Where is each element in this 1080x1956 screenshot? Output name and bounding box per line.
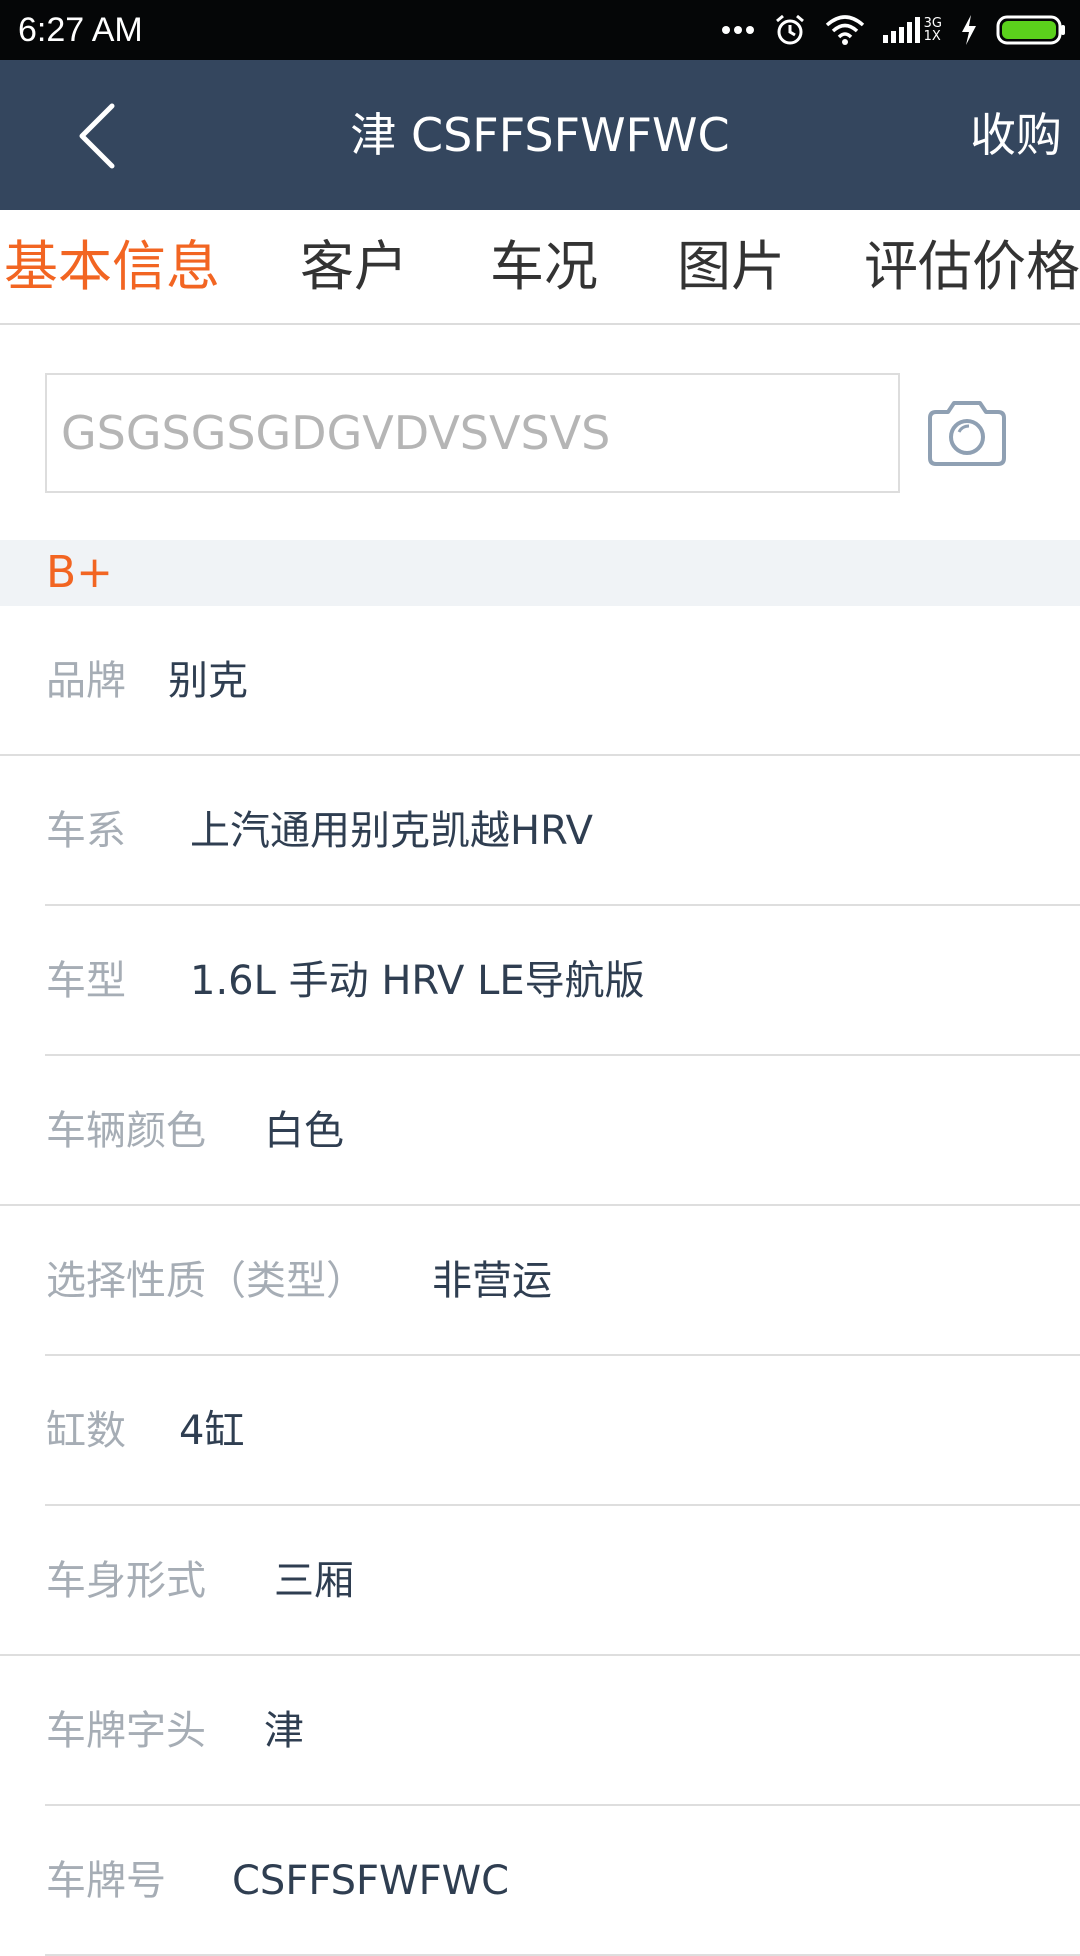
more-dots-icon (721, 25, 755, 35)
wifi-icon (825, 15, 865, 45)
field-value: 1.6L 手动 HRV LE导航版 (190, 958, 645, 1004)
field-label: 车型 (46, 958, 126, 1004)
network-type-bottom: 1X (923, 29, 941, 44)
field-row-usage-type[interactable]: 选择性质（类型） 非营运 (0, 1206, 1080, 1356)
tab-vehicle-condition[interactable]: 车况 (490, 210, 598, 323)
field-row-plate-number[interactable]: 车牌号 CSFFSFWFWC (0, 1806, 1080, 1956)
purchase-button[interactable]: 收购 (970, 60, 1062, 210)
field-row-color[interactable]: 车辆颜色 白色 (0, 1056, 1080, 1206)
field-label: 车系 (46, 808, 126, 854)
status-icons: 3G 1X (721, 0, 1066, 60)
charging-icon (960, 15, 978, 45)
back-arrow-icon (79, 103, 115, 169)
grade-section: B+ (0, 540, 1080, 606)
back-button[interactable] (60, 96, 140, 176)
grade-label: B+ (46, 547, 114, 598)
field-row-cylinders[interactable]: 缸数 4缸 (0, 1356, 1080, 1506)
signal-icon: 3G 1X (882, 17, 942, 44)
field-label: 车牌号 (46, 1858, 166, 1904)
field-label: 选择性质（类型） (46, 1258, 366, 1304)
field-row-body-type[interactable]: 车身形式 三厢 (0, 1506, 1080, 1656)
field-label: 车身形式 (46, 1558, 206, 1604)
app-bar: 津 CSFFSFWFWC 收购 (0, 60, 1080, 210)
field-value: 上汽通用别克凯越HRV (190, 808, 594, 854)
camera-icon (928, 401, 1006, 466)
tab-bar: 基本信息 客户 车况 图片 评估价格 (0, 210, 1080, 325)
field-label: 品牌 (46, 658, 126, 704)
field-row-model[interactable]: 车型 1.6L 手动 HRV LE导航版 (0, 906, 1080, 1056)
field-value: 4缸 (179, 1408, 245, 1454)
tab-photos[interactable]: 图片 (677, 210, 785, 323)
vehicle-info-list: 品牌 别克 车系 上汽通用别克凯越HRV 车型 1.6L 手动 HRV LE导航… (0, 606, 1080, 1956)
tab-basic-info[interactable]: 基本信息 (4, 210, 220, 323)
field-value: 别克 (168, 658, 248, 704)
tab-customer[interactable]: 客户 (300, 210, 408, 323)
vin-input[interactable] (45, 373, 900, 493)
status-bar: 6:27 AM 3G 1X (0, 0, 1080, 60)
field-row-brand[interactable]: 品牌 别克 (0, 606, 1080, 756)
status-time: 6:27 AM (18, 11, 143, 49)
alarm-icon (773, 13, 807, 47)
tab-valuation[interactable]: 评估价格 (864, 210, 1080, 323)
field-value: 津 (264, 1708, 304, 1754)
field-value: 白色 (264, 1108, 344, 1154)
page-title: 津 CSFFSFWFWC (350, 108, 730, 162)
field-row-series[interactable]: 车系 上汽通用别克凯越HRV (0, 756, 1080, 906)
battery-icon (996, 14, 1066, 46)
field-label: 车牌字头 (46, 1708, 206, 1754)
field-value: 三厢 (274, 1558, 354, 1604)
field-row-plate-prefix[interactable]: 车牌字头 津 (0, 1656, 1080, 1806)
field-value: CSFFSFWFWC (232, 1858, 510, 1904)
field-value: 非营运 (432, 1258, 552, 1304)
field-label: 车辆颜色 (46, 1108, 206, 1154)
camera-button[interactable] (926, 398, 1008, 468)
field-label: 缸数 (46, 1408, 126, 1454)
